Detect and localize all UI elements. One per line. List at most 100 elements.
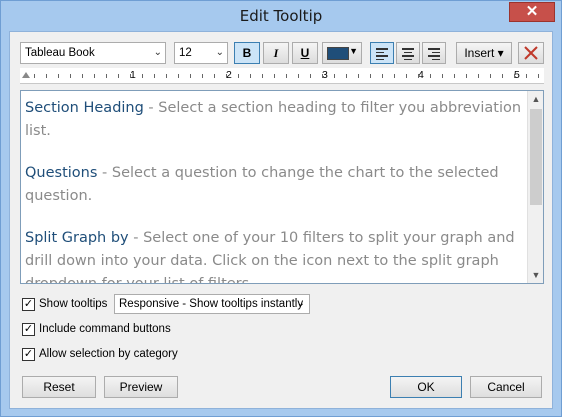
ruler-tick xyxy=(166,74,167,78)
reset-button[interactable]: Reset xyxy=(22,376,96,398)
edit-tooltip-dialog: Edit Tooltip ✕ Tableau Book ⌄ 12 ⌄ B I U… xyxy=(0,0,562,417)
include-command-buttons-option[interactable]: ✓ Include command buttons xyxy=(22,321,171,339)
editor-paragraph: Split Graph by - Select one of your 10 f… xyxy=(25,227,525,283)
color-swatch xyxy=(327,47,349,60)
ruler-tick xyxy=(286,74,287,78)
ruler-tick xyxy=(226,74,227,78)
editor-content: Section Heading - Select a section headi… xyxy=(25,97,525,283)
paragraph-heading: Section Heading xyxy=(25,100,144,116)
ruler: 12345 xyxy=(20,68,544,84)
editor-scrollbar[interactable]: ▲ ▼ xyxy=(527,91,543,283)
ruler-tick xyxy=(466,74,467,78)
title-bar: Edit Tooltip ✕ xyxy=(1,1,561,31)
insert-button[interactable]: Insert ▾ xyxy=(456,42,512,64)
dialog-body: Tableau Book ⌄ 12 ⌄ B I U ▼ Insert ▾ 1 2… xyxy=(9,31,553,409)
ruler-tick xyxy=(334,74,335,78)
align-left-button[interactable] xyxy=(370,42,394,64)
ruler-tick xyxy=(58,74,59,78)
ruler-tick xyxy=(478,74,479,78)
ruler-tick xyxy=(454,74,455,78)
show-tooltips-checkbox[interactable]: ✓ xyxy=(22,297,35,311)
ruler-tick xyxy=(154,74,155,78)
chevron-down-icon: ⌄ xyxy=(153,47,162,58)
ruler-tick xyxy=(514,74,515,78)
formatting-toolbar: Tableau Book ⌄ 12 ⌄ B I U ▼ Insert ▾ xyxy=(20,42,546,66)
ruler-tick xyxy=(502,74,503,78)
align-center-icon xyxy=(402,48,414,60)
font-size-value: 12 xyxy=(179,47,192,59)
font-family-select[interactable]: Tableau Book ⌄ xyxy=(20,42,166,64)
align-center-button[interactable] xyxy=(396,42,420,64)
ruler-tick xyxy=(310,74,311,78)
ruler-tick xyxy=(142,74,143,78)
ruler-tick xyxy=(262,74,263,78)
ruler-tick xyxy=(46,74,47,78)
show-tooltips-label: Show tooltips xyxy=(39,298,108,310)
ruler-tick xyxy=(118,74,119,78)
ruler-tick xyxy=(190,74,191,78)
ruler-tick xyxy=(430,74,431,78)
scroll-thumb[interactable] xyxy=(530,109,542,205)
ruler-tick xyxy=(370,74,371,78)
tooltip-mode-value: Responsive - Show tooltips instantly xyxy=(119,298,304,310)
allow-selection-label: Allow selection by category xyxy=(39,348,178,360)
preview-button[interactable]: Preview xyxy=(104,376,178,398)
tooltip-editor[interactable]: Section Heading - Select a section headi… xyxy=(20,90,544,284)
ruler-tick xyxy=(394,74,395,78)
ok-button[interactable]: OK xyxy=(390,376,462,398)
bold-button[interactable]: B xyxy=(234,42,260,64)
text-color-button[interactable]: ▼ xyxy=(322,42,362,64)
ruler-tick xyxy=(34,74,35,78)
tooltip-mode-select[interactable]: Responsive - Show tooltips instantly ⌄ xyxy=(114,294,310,314)
indent-marker-icon[interactable] xyxy=(22,72,30,78)
close-button[interactable]: ✕ xyxy=(509,2,555,22)
allow-selection-option[interactable]: ✓ Allow selection by category xyxy=(22,346,178,364)
cancel-button[interactable]: Cancel xyxy=(470,376,542,398)
scroll-down-icon[interactable]: ▼ xyxy=(528,267,543,283)
ruler-tick xyxy=(358,74,359,78)
ruler-tick xyxy=(298,74,299,78)
ruler-tick xyxy=(238,74,239,78)
scroll-up-icon[interactable]: ▲ xyxy=(528,91,543,107)
dialog-title: Edit Tooltip xyxy=(239,7,323,25)
paragraph-heading: Questions xyxy=(25,165,98,181)
font-family-value: Tableau Book xyxy=(25,47,95,59)
editor-paragraph: Questions - Select a question to change … xyxy=(25,162,525,208)
chevron-down-icon: ⌄ xyxy=(296,298,305,309)
ruler-tick xyxy=(382,74,383,78)
underline-button[interactable]: U xyxy=(292,42,318,64)
editor-paragraph: Section Heading - Select a section headi… xyxy=(25,97,525,143)
ruler-tick xyxy=(94,74,95,78)
align-left-icon xyxy=(376,48,388,60)
ruler-tick xyxy=(346,74,347,78)
paragraph-body: - Select a question to change the chart … xyxy=(25,165,499,204)
ruler-tick xyxy=(406,74,407,78)
include-command-buttons-label: Include command buttons xyxy=(39,323,171,335)
ruler-tick xyxy=(322,74,323,78)
clear-formatting-icon xyxy=(524,46,538,60)
ruler-tick xyxy=(214,74,215,78)
ruler-tick xyxy=(82,74,83,78)
include-command-buttons-checkbox[interactable]: ✓ xyxy=(22,322,35,336)
close-icon: ✕ xyxy=(525,3,539,20)
ruler-tick xyxy=(106,74,107,78)
paragraph-heading: Split Graph by xyxy=(25,230,129,246)
ruler-tick xyxy=(526,74,527,78)
show-tooltips-option[interactable]: ✓ Show tooltips xyxy=(22,296,107,314)
chevron-down-icon: ▼ xyxy=(349,46,358,56)
align-right-icon xyxy=(428,48,440,60)
ruler-tick xyxy=(538,74,539,78)
ruler-tick xyxy=(250,74,251,78)
italic-button[interactable]: I xyxy=(263,42,289,64)
ruler-tick xyxy=(418,74,419,78)
chevron-down-icon: ⌄ xyxy=(215,47,224,58)
ruler-tick xyxy=(442,74,443,78)
ruler-tick xyxy=(274,74,275,78)
allow-selection-checkbox[interactable]: ✓ xyxy=(22,347,35,361)
ruler-tick xyxy=(490,74,491,78)
clear-formatting-button[interactable] xyxy=(518,42,544,64)
ruler-tick xyxy=(202,74,203,78)
align-right-button[interactable] xyxy=(422,42,446,64)
ruler-tick xyxy=(70,74,71,78)
font-size-select[interactable]: 12 ⌄ xyxy=(174,42,228,64)
